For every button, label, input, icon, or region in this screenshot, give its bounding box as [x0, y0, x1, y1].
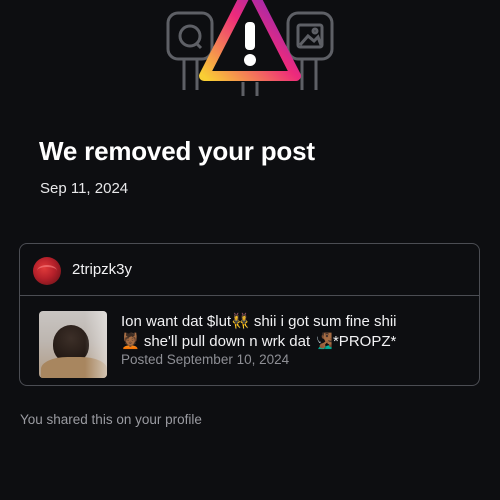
warning-illustration-icon — [166, 0, 334, 96]
shared-on-profile-note: You shared this on your profile — [20, 412, 202, 427]
page-title: We removed your post — [39, 136, 315, 166]
posted-date: Posted September 10, 2024 — [121, 352, 290, 367]
caption-line-1: Ion want dat $lut👯‍♀️ shii i got sum fin… — [121, 313, 397, 330]
post-caption: Ion want dat $lut👯‍♀️ shii i got sum fin… — [121, 312, 466, 352]
removed-post-card[interactable]: 2tripzk3y Ion want dat $lut👯‍♀️ shii i g… — [19, 243, 480, 386]
caption-line-2: 💆🏾 she'll pull down n wrk dat 🧏🏾‍♂️*PROP… — [121, 333, 397, 350]
avatar[interactable] — [33, 257, 61, 285]
removal-date: Sep 11, 2024 — [40, 180, 129, 197]
post-thumbnail-image[interactable] — [39, 311, 107, 378]
author-username[interactable]: 2tripzk3y — [72, 261, 132, 278]
post-author-header[interactable]: 2tripzk3y — [20, 244, 479, 296]
warning-triangle-icon — [199, 0, 301, 81]
